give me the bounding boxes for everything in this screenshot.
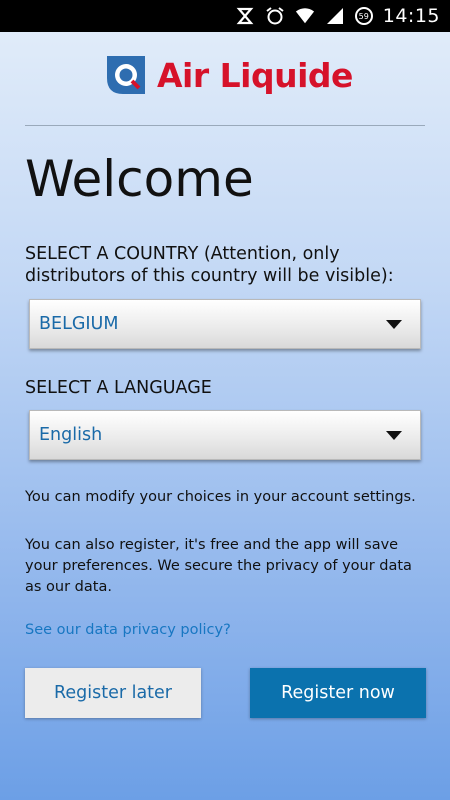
signal-icon (325, 6, 345, 26)
register-later-button[interactable]: Register later (25, 668, 201, 718)
battery-icon: 59 (354, 7, 373, 25)
wifi-icon (295, 6, 315, 26)
modify-info-text: You can modify your choices in your acco… (25, 489, 416, 505)
chevron-down-icon (386, 430, 402, 440)
language-select[interactable]: English (29, 410, 421, 460)
language-label: SELECT A LANGUAGE (25, 378, 212, 398)
register-info-text: You can also register, it's free and the… (25, 537, 412, 595)
header-divider (25, 125, 425, 126)
country-select-value: BELGIUM (39, 314, 119, 334)
air-liquide-logo-mark (107, 56, 145, 94)
country-label: SELECT A COUNTRY (Attention, only distri… (25, 244, 394, 286)
air-liquide-logo: Air Liquide (103, 50, 353, 100)
register-now-button[interactable]: Register now (250, 668, 426, 718)
privacy-policy-link[interactable]: See our data privacy policy? (25, 622, 231, 638)
page-title: Welcome (25, 150, 254, 208)
status-bar: 59 14:15 (0, 0, 450, 32)
status-time: 14:15 (382, 5, 440, 27)
chevron-down-icon (386, 319, 402, 329)
alarm-icon (265, 6, 285, 26)
language-select-value: English (39, 425, 103, 445)
country-select[interactable]: BELGIUM (29, 299, 421, 349)
brand-name: Air Liquide (157, 55, 353, 95)
nfc-icon (235, 6, 255, 26)
